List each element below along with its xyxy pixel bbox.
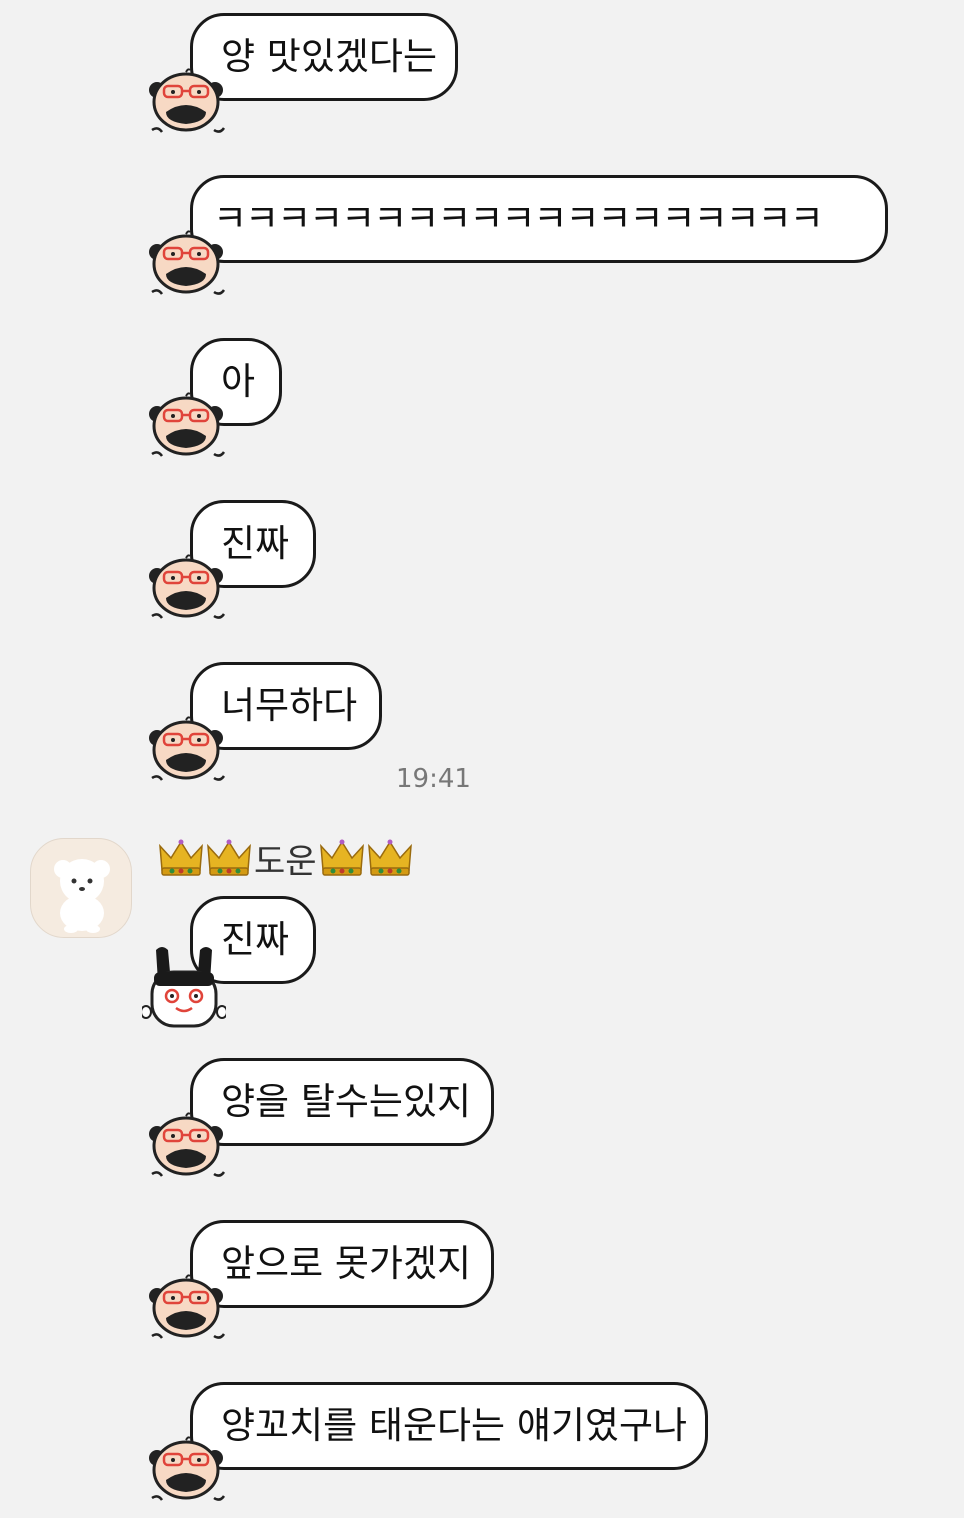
message-bubble[interactable]: 양을 탈수는있지	[190, 1058, 494, 1146]
character-emoticon-icon	[144, 392, 228, 464]
character-emoticon-icon	[144, 1274, 228, 1346]
message-bubble[interactable]: 양 맛있겠다는	[190, 13, 458, 101]
character-emoticon-icon	[144, 68, 228, 140]
character-emoticon-icon	[144, 554, 228, 626]
character-emoticon-icon	[144, 1112, 228, 1184]
crown-icon	[319, 838, 365, 878]
sender-avatar[interactable]	[30, 838, 132, 938]
dog-avatar-icon	[54, 859, 110, 933]
character-emoticon-icon	[144, 230, 228, 302]
chat-area[interactable]: 양 맛있겠다는 ㅋㅋㅋㅋㅋㅋㅋㅋㅋㅋㅋㅋㅋㅋㅋㅋㅋㅋㅋ 아 진짜 너무하다 19…	[0, 0, 964, 1518]
message-bubble[interactable]: ㅋㅋㅋㅋㅋㅋㅋㅋㅋㅋㅋㅋㅋㅋㅋㅋㅋㅋㅋ	[190, 175, 888, 263]
sender-name-row[interactable]: 도운	[158, 836, 413, 882]
character-emoticon-icon	[144, 716, 228, 788]
character-emoticon-icon	[144, 1436, 228, 1508]
sender-name: 도운	[254, 841, 317, 882]
message-bubble[interactable]: 양꼬치를 태운다는 얘기였구나	[190, 1382, 708, 1470]
bunny-emoticon-icon	[142, 942, 226, 1032]
crown-icon	[206, 838, 252, 878]
message-bubble[interactable]: 앞으로 못가겠지	[190, 1220, 494, 1308]
crown-icon	[158, 838, 204, 878]
crown-icon	[367, 838, 413, 878]
message-timestamp: 19:41	[396, 764, 471, 794]
